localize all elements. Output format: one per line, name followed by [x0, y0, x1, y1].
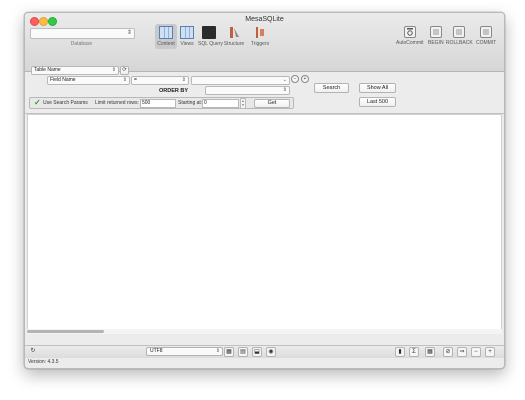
begin-button[interactable]: BEGIN	[428, 26, 444, 46]
commit-label: COMMIT	[476, 40, 497, 46]
field-select[interactable]: Field Name ⇕	[47, 76, 130, 85]
table-grid-icon	[159, 26, 173, 39]
delete-row-button[interactable]: −	[471, 347, 481, 357]
encoding-value: UTF8	[150, 348, 163, 354]
views-grid-icon	[180, 26, 194, 39]
add-row-button[interactable]: +	[485, 347, 495, 357]
limit-field[interactable]: 500	[140, 99, 176, 108]
refresh-icon: ⟳	[122, 67, 127, 73]
toolbar: MesaSQLite ⇕ Database Content Views SQL …	[25, 13, 504, 72]
operator-select[interactable]: = ⇕	[131, 76, 189, 85]
plus-icon: +	[303, 76, 307, 82]
tab-triggers-label: Triggers	[250, 41, 270, 47]
grid-view-button[interactable]: ▦	[224, 347, 234, 357]
export-button[interactable]: ⬓	[252, 347, 262, 357]
starting-at-field[interactable]: 0	[202, 99, 239, 108]
operator-select-value: =	[134, 77, 137, 83]
begin-icon	[429, 26, 442, 38]
limit-label: Limit returned rows:	[95, 100, 139, 106]
remove-filter-button[interactable]: −	[291, 75, 299, 83]
show-all-button[interactable]: Show All	[359, 83, 396, 93]
last-500-button[interactable]: Last 500	[359, 97, 396, 107]
tab-content[interactable]: Content	[155, 24, 177, 49]
export-icon: ⬓	[254, 349, 260, 355]
chevron-updown-icon: ⇕	[215, 348, 220, 354]
minus-icon: −	[474, 349, 478, 355]
grid-icon: ▦	[226, 349, 232, 355]
database-select[interactable]: ⇕	[30, 28, 135, 39]
sigma-icon: Σ	[412, 349, 416, 355]
arrow-right-icon: ⇒	[459, 349, 465, 355]
rollback-icon	[453, 26, 466, 38]
search-params-box: ✓ Use Search Params Limit returned rows:…	[29, 97, 294, 109]
table-select[interactable]: Table Name ⇕	[31, 66, 119, 75]
encoding-select[interactable]: UTF8 ⇕	[146, 347, 223, 356]
trigger-icon	[253, 26, 267, 39]
database-label: Database	[70, 41, 93, 47]
main-window: MesaSQLite ⇕ Database Content Views SQL …	[24, 12, 505, 369]
use-search-params-checkbox[interactable]: ✓	[34, 99, 41, 107]
tab-structure[interactable]: Structure	[223, 26, 245, 47]
chevron-down-icon: ⌄	[282, 77, 287, 83]
table-icon: ▤	[240, 349, 246, 355]
starting-at-stepper[interactable]: ▲ ▼	[240, 98, 246, 109]
rollback-label: ROLLBACK	[446, 40, 473, 46]
tab-views[interactable]: Views	[176, 26, 198, 47]
tab-sql-query[interactable]: SQL Query	[198, 26, 223, 47]
starting-at-label: Starting at:	[178, 100, 203, 106]
commit-button[interactable]: COMMIT	[476, 26, 496, 46]
begin-label: BEGIN	[428, 40, 444, 46]
tab-sql-query-label: SQL Query	[198, 41, 223, 47]
bottom-bar: ↻ UTF8 ⇕ ▦ ▤ ⬓ ◉ ▮ Σ ▦ ⊘ ⇒ − +	[25, 345, 504, 358]
lock-icon: ▮	[398, 349, 402, 355]
globe-icon: ◉	[268, 349, 274, 355]
scrollbar-thumb[interactable]	[27, 330, 104, 333]
table-info-button[interactable]: ▦	[425, 347, 435, 357]
order-by-label: ORDER BY	[159, 88, 189, 94]
autocommit-icon	[403, 26, 416, 38]
lock-button[interactable]: ▮	[395, 347, 405, 357]
autocommit-label: AutoCommit	[396, 40, 424, 46]
commit-icon	[480, 26, 493, 38]
field-select-value: Field Name	[50, 77, 76, 83]
tab-structure-label: Structure	[223, 41, 245, 47]
results-table[interactable]	[27, 114, 502, 330]
table-view-button[interactable]: ▤	[238, 347, 248, 357]
minus-icon: −	[293, 76, 297, 82]
tab-content-label: Content	[157, 41, 175, 47]
use-search-params-label: Use Search Params	[43, 100, 88, 106]
table-info-icon: ▦	[427, 349, 433, 355]
sum-button[interactable]: Σ	[409, 347, 419, 357]
reload-button[interactable]: ↻	[29, 347, 37, 355]
table-select-value: Table Name	[34, 67, 61, 73]
cancel-filter-button[interactable]: ⊘	[443, 347, 453, 357]
chevron-updown-icon: ⇕	[122, 77, 127, 83]
tab-triggers[interactable]: Triggers	[249, 26, 271, 47]
value-select[interactable]: ⌄	[191, 76, 290, 85]
order-by-select[interactable]: ⇕	[205, 86, 290, 95]
web-button[interactable]: ◉	[266, 347, 276, 357]
autocommit-button[interactable]: AutoCommit	[396, 26, 424, 46]
no-entry-icon: ⊘	[445, 349, 451, 355]
search-panel: Table Name ⇕ ⟳ Field Name ⇕ = ⇕ ⌄ − + OR…	[25, 66, 504, 114]
chevron-updown-icon: ⇕	[111, 67, 116, 73]
horizontal-scrollbar[interactable]	[27, 329, 502, 334]
chevron-updown-icon: ⇕	[282, 87, 287, 93]
window-title: MesaSQLite	[245, 16, 284, 23]
reload-icon: ↻	[30, 348, 36, 354]
refresh-tables-button[interactable]: ⟳	[120, 66, 129, 75]
rollback-button[interactable]: ROLLBACK	[446, 26, 473, 46]
structure-icon	[227, 26, 241, 39]
search-button[interactable]: Search	[314, 83, 349, 93]
chevron-updown-icon: ⇕	[126, 30, 132, 36]
chevron-updown-icon: ⇕	[181, 77, 186, 83]
plus-icon: +	[488, 349, 492, 355]
next-button[interactable]: ⇒	[457, 347, 467, 357]
tab-views-label: Views	[180, 41, 194, 47]
version-label: Version: 4.3.5	[28, 359, 59, 365]
terminal-icon	[202, 26, 216, 39]
add-filter-button[interactable]: +	[301, 75, 309, 83]
get-button[interactable]: Get	[254, 99, 290, 108]
